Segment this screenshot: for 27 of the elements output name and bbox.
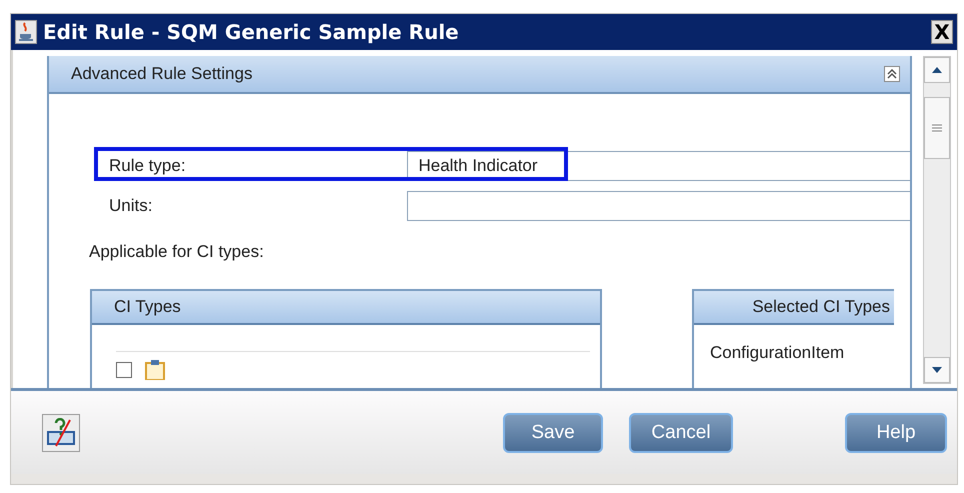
scrollbar[interactable] <box>923 56 951 384</box>
dialog-button[interactable]: Cancel <box>629 412 733 452</box>
checkbox[interactable] <box>116 362 132 378</box>
ci-types-header: CI Types <box>92 291 600 325</box>
dialog-button[interactable]: Help <box>845 412 947 452</box>
help-toggle-button[interactable] <box>42 414 80 452</box>
scroll-thumb[interactable] <box>924 97 950 159</box>
clipboard-icon <box>144 360 166 380</box>
section-title: Advanced Rule Settings <box>71 64 254 84</box>
text-field[interactable] <box>407 191 910 221</box>
collapse-button[interactable] <box>884 66 900 82</box>
window-title: Edit Rule - SQM Generic Sample Rule <box>43 20 460 44</box>
applicable-label: Applicable for CI types: <box>89 242 265 262</box>
list-item[interactable]: ConfigurationItem <box>694 325 894 363</box>
field-label: Rule type: <box>108 156 187 176</box>
field-label: Units: <box>108 196 154 216</box>
close-button[interactable]: X <box>931 20 953 44</box>
scroll-down-button[interactable] <box>924 357 950 383</box>
text-field[interactable]: Health Indicator <box>407 151 910 181</box>
double-chevron-up-icon <box>887 69 897 79</box>
down-triangle-icon <box>932 367 942 373</box>
coffee-cup-icon <box>15 20 37 44</box>
selected-ci-types-header: Selected CI Types <box>694 291 894 325</box>
up-triangle-icon <box>932 67 942 73</box>
scroll-up-button[interactable] <box>924 57 950 83</box>
help-toggle-icon <box>46 418 76 448</box>
dialog-button[interactable]: Save <box>503 412 603 452</box>
